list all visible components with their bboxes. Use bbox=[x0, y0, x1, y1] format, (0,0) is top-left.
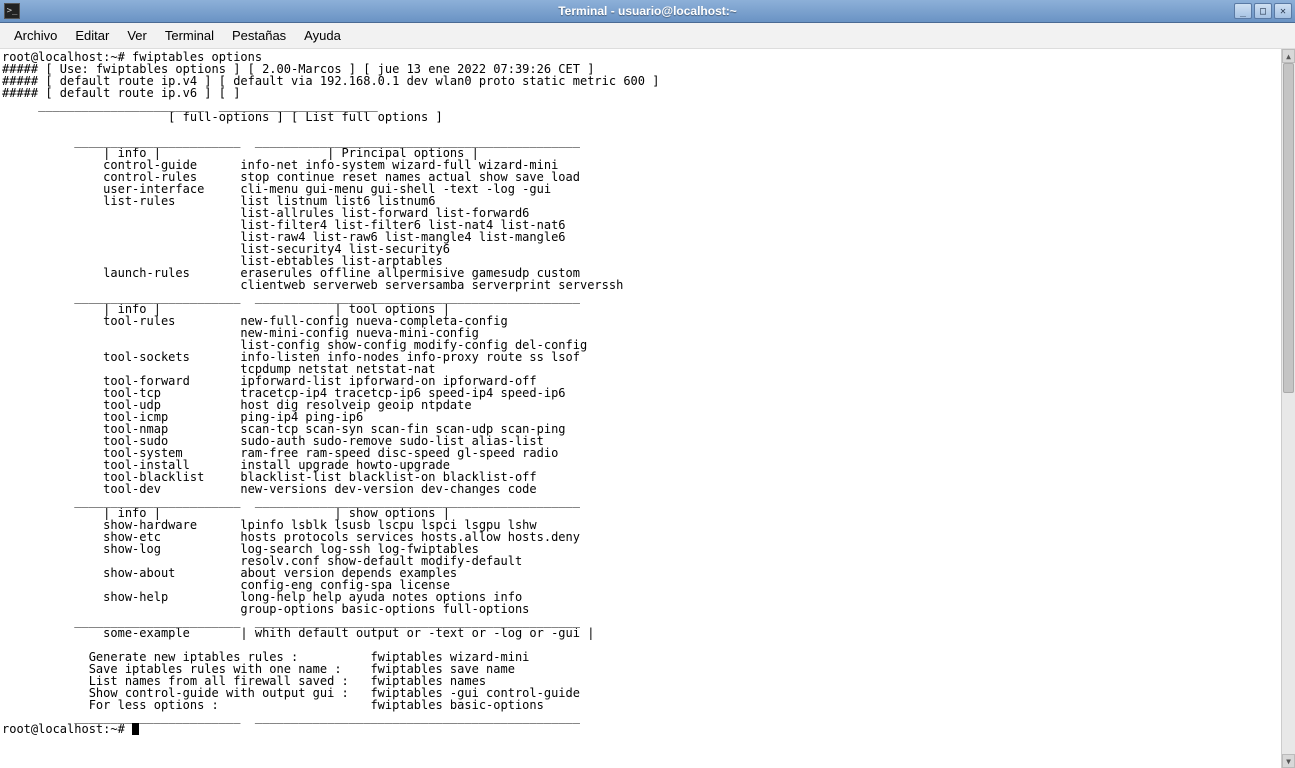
window-close-button[interactable]: ✕ bbox=[1274, 3, 1292, 19]
scroll-up-button[interactable]: ▲ bbox=[1282, 49, 1295, 63]
terminal-cursor bbox=[132, 723, 139, 735]
menu-pestanas[interactable]: Pestañas bbox=[224, 25, 294, 46]
window-titlebar: >_ Terminal - usuario@localhost:~ _ □ ✕ bbox=[0, 0, 1295, 23]
menu-archivo[interactable]: Archivo bbox=[6, 25, 65, 46]
scroll-down-button[interactable]: ▼ bbox=[1282, 754, 1295, 768]
terminal-app-icon: >_ bbox=[4, 3, 20, 19]
terminal-output[interactable]: root@localhost:~# fwiptables options ###… bbox=[0, 49, 1281, 768]
window-title: Terminal - usuario@localhost:~ bbox=[558, 4, 737, 18]
output-line: some-example | whith default output or -… bbox=[2, 626, 594, 640]
window-maximize-button[interactable]: □ bbox=[1254, 3, 1272, 19]
menu-ver[interactable]: Ver bbox=[119, 25, 155, 46]
menu-ayuda[interactable]: Ayuda bbox=[296, 25, 349, 46]
menu-editar[interactable]: Editar bbox=[67, 25, 117, 46]
window-minimize-button[interactable]: _ bbox=[1234, 3, 1252, 19]
prompt: root@localhost:~# bbox=[2, 722, 132, 736]
menu-bar: Archivo Editar Ver Terminal Pestañas Ayu… bbox=[0, 23, 1295, 49]
scroll-thumb[interactable] bbox=[1283, 63, 1294, 393]
output-line: [ full-options ] [ List full options ] bbox=[2, 110, 443, 124]
vertical-scrollbar[interactable]: ▲ ▼ bbox=[1281, 49, 1295, 768]
menu-terminal[interactable]: Terminal bbox=[157, 25, 222, 46]
